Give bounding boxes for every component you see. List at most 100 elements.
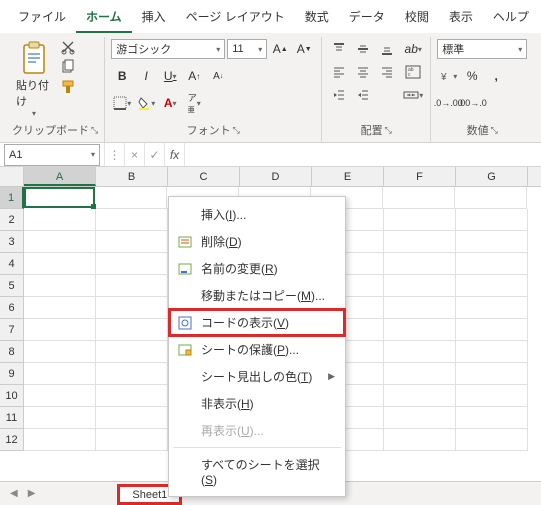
- cm-protect-sheet[interactable]: シートの保護(P)...: [169, 336, 345, 363]
- cell[interactable]: [456, 319, 528, 341]
- cell[interactable]: [96, 429, 168, 451]
- align-middle-icon[interactable]: [352, 39, 374, 59]
- sheet-nav-next-icon[interactable]: ▶: [26, 488, 38, 499]
- col-header[interactable]: F: [384, 167, 456, 186]
- cell[interactable]: [456, 297, 528, 319]
- menu-help[interactable]: ヘルプ: [483, 4, 539, 33]
- cell[interactable]: [456, 385, 528, 407]
- cell[interactable]: [384, 231, 456, 253]
- cell[interactable]: [24, 231, 96, 253]
- wrap-text-icon[interactable]: abc: [402, 62, 424, 82]
- menu-home[interactable]: ホーム: [76, 4, 132, 33]
- orientation-icon[interactable]: ab▾: [402, 39, 424, 59]
- decrease-indent-icon[interactable]: [328, 85, 350, 105]
- formula-input[interactable]: [184, 143, 541, 166]
- cell[interactable]: [96, 253, 168, 275]
- dialog-launcher-icon[interactable]: ⤡: [385, 125, 392, 136]
- align-top-icon[interactable]: [328, 39, 350, 59]
- cell[interactable]: [96, 341, 168, 363]
- align-bottom-icon[interactable]: [376, 39, 398, 59]
- col-header[interactable]: E: [312, 167, 384, 186]
- row-header[interactable]: 4: [0, 253, 24, 275]
- row-header[interactable]: 6: [0, 297, 24, 319]
- cell[interactable]: [455, 187, 527, 209]
- menu-formulas[interactable]: 数式: [295, 4, 339, 33]
- cm-delete[interactable]: 削除(D): [169, 228, 345, 255]
- row-header[interactable]: 11: [0, 407, 24, 429]
- cm-insert[interactable]: 挿入(I)...: [169, 201, 345, 228]
- italic-button[interactable]: I: [135, 66, 157, 86]
- cell[interactable]: [384, 297, 456, 319]
- cell[interactable]: [383, 187, 455, 209]
- row-header[interactable]: 2: [0, 209, 24, 231]
- cell[interactable]: [24, 275, 96, 297]
- cell[interactable]: [24, 385, 96, 407]
- cm-tab-color[interactable]: シート見出しの色(T)▶: [169, 363, 345, 390]
- name-box[interactable]: A1▾: [4, 144, 100, 166]
- cell[interactable]: [456, 407, 528, 429]
- underline-button[interactable]: U ▾: [159, 66, 181, 86]
- dialog-launcher-icon[interactable]: ⤡: [233, 125, 240, 136]
- cell[interactable]: [24, 429, 96, 451]
- font-color-button[interactable]: A▾: [159, 93, 181, 113]
- cell[interactable]: [384, 363, 456, 385]
- cell[interactable]: [384, 319, 456, 341]
- row-header[interactable]: 3: [0, 231, 24, 253]
- fill-color-button[interactable]: ▾: [135, 93, 157, 113]
- menu-data[interactable]: データ: [339, 4, 395, 33]
- increase-decimal-icon[interactable]: .0→.00: [437, 93, 459, 113]
- cell[interactable]: [456, 253, 528, 275]
- menu-view[interactable]: 表示: [439, 4, 483, 33]
- col-header[interactable]: D: [240, 167, 312, 186]
- col-header[interactable]: G: [456, 167, 528, 186]
- cell[interactable]: [384, 275, 456, 297]
- cm-hide[interactable]: 非表示(H): [169, 390, 345, 417]
- row-header[interactable]: 12: [0, 429, 24, 451]
- cell[interactable]: [96, 209, 168, 231]
- format-painter-icon[interactable]: [60, 79, 76, 95]
- fx-icon[interactable]: fx: [164, 143, 184, 166]
- menu-pagelayout[interactable]: ページ レイアウト: [176, 4, 295, 33]
- menu-file[interactable]: ファイル: [8, 4, 76, 33]
- align-right-icon[interactable]: [376, 62, 398, 82]
- cm-select-all-sheets[interactable]: すべてのシートを選択(S): [169, 451, 345, 492]
- align-center-icon[interactable]: [352, 62, 374, 82]
- cell[interactable]: [384, 341, 456, 363]
- cell[interactable]: [24, 209, 96, 231]
- dialog-launcher-icon[interactable]: ⤡: [91, 125, 98, 136]
- cell[interactable]: [24, 407, 96, 429]
- cm-move-copy[interactable]: 移動またはコピー(M)...: [169, 282, 345, 309]
- cell[interactable]: [456, 429, 528, 451]
- number-format-select[interactable]: 標準▾: [437, 39, 527, 59]
- decrease-font-icon[interactable]: A▼: [293, 39, 315, 59]
- cell[interactable]: [96, 297, 168, 319]
- cell[interactable]: [384, 385, 456, 407]
- cell[interactable]: [24, 319, 96, 341]
- cell[interactable]: [384, 407, 456, 429]
- increase-indent-icon[interactable]: [352, 85, 374, 105]
- font-name-select[interactable]: 游ゴシック▾: [111, 39, 225, 59]
- cell[interactable]: [456, 275, 528, 297]
- bold-button[interactable]: B: [111, 66, 133, 86]
- menu-insert[interactable]: 挿入: [132, 4, 176, 33]
- col-header[interactable]: B: [96, 167, 168, 186]
- border-button[interactable]: ▾: [111, 93, 133, 113]
- cell[interactable]: [95, 187, 167, 209]
- menu-review[interactable]: 校閲: [395, 4, 439, 33]
- cell[interactable]: [456, 341, 528, 363]
- cm-view-code[interactable]: コードの表示(V): [169, 309, 345, 336]
- cell[interactable]: [24, 297, 96, 319]
- decrease-font-size-button[interactable]: A↓: [207, 66, 229, 86]
- copy-icon[interactable]: [60, 59, 76, 75]
- enter-icon[interactable]: ✓: [144, 143, 164, 166]
- row-header[interactable]: 9: [0, 363, 24, 385]
- decrease-decimal-icon[interactable]: .00→.0: [461, 93, 483, 113]
- ruby-button[interactable]: ア亜▾: [183, 93, 205, 113]
- row-header[interactable]: 5: [0, 275, 24, 297]
- cell[interactable]: [96, 231, 168, 253]
- dialog-launcher-icon[interactable]: ⤡: [491, 125, 498, 136]
- cut-icon[interactable]: [60, 39, 76, 55]
- cell[interactable]: [96, 385, 168, 407]
- cell[interactable]: [24, 363, 96, 385]
- font-size-select[interactable]: 11▾: [227, 39, 267, 59]
